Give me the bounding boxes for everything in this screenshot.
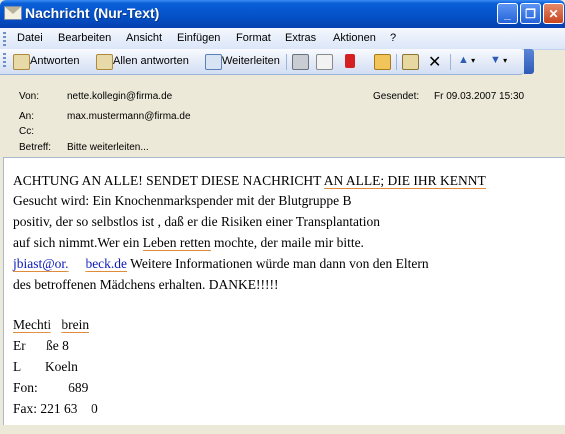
email-link[interactable]: jbiast@or.: [13, 256, 69, 272]
signature-text: Mechti: [13, 317, 52, 333]
move-icon: [402, 54, 419, 70]
sent-label: Gesendet:: [373, 91, 420, 102]
next-item-button[interactable]: ▼ ▾: [490, 54, 507, 70]
signature-text: Fon:: [13, 380, 42, 395]
signature-line: Fon: 689: [13, 377, 89, 399]
signature-text: L: [13, 359, 22, 374]
up-arrow-icon: ▲: [458, 54, 469, 66]
redacted-text: [21, 356, 45, 378]
menu-bearbeiten[interactable]: Bearbeiten: [58, 32, 111, 44]
body-line: des betroffenen Mädchens erhalten. DANKE…: [13, 277, 279, 292]
title-bar: Nachricht (Nur-Text) _ ❐ ✕: [0, 0, 565, 28]
previous-item-button[interactable]: ▲ ▾: [458, 54, 475, 70]
signature-line: Fax: 221 63 0: [13, 398, 98, 420]
chevron-down-icon: ▾: [500, 56, 508, 65]
close-button[interactable]: ✕: [543, 3, 564, 24]
message-header: Von: nette.kollegin@firma.de Gesendet: F…: [0, 75, 565, 155]
print-icon: [292, 54, 309, 70]
flag-icon: [345, 54, 355, 68]
body-text: Weitere Informationen würde man dann von…: [127, 256, 429, 271]
signature-line: Mechti brein: [13, 314, 90, 336]
reply-label: Antworten: [30, 55, 80, 67]
email-link[interactable]: beck.de: [85, 256, 128, 272]
signature-text: Fax: 221 63: [13, 401, 78, 416]
body-line: ACHTUNG AN ALLE! SENDET DIESE NACHRICHT …: [13, 170, 486, 191]
redacted-text: [77, 398, 92, 420]
signature-text: 0: [91, 401, 98, 416]
signature-text: 689: [68, 380, 89, 395]
menu-help[interactable]: ?: [390, 32, 396, 44]
signature-line: L Koeln: [13, 356, 78, 378]
redacted-text: [25, 335, 46, 357]
sent-value: Fr 09.03.2007 15:30: [434, 91, 525, 102]
from-value[interactable]: nette.kollegin@firma.de: [67, 91, 172, 102]
body-text: auf sich nimmt.Wer ein: [13, 235, 143, 250]
signature-line: Er ße 8: [13, 335, 69, 357]
forward-label: Weiterleiten: [222, 55, 280, 67]
menu-einfuegen[interactable]: Einfügen: [177, 32, 220, 44]
delete-button[interactable]: ✕: [428, 52, 442, 71]
toolbar-separator: [450, 54, 451, 70]
subject-value: Bitte weiterleiten...: [67, 142, 149, 153]
body-text: ACHTUNG AN ALLE! SENDET DIESE NACHRICHT: [13, 173, 324, 188]
menu-format[interactable]: Format: [236, 32, 271, 44]
body-text: mochte, der maile mir bitte.: [210, 235, 364, 250]
toolbar-separator: [396, 54, 397, 70]
chevron-down-icon: ▾: [468, 56, 476, 65]
envelope-icon: [4, 6, 22, 20]
down-arrow-icon: ▼: [490, 54, 501, 66]
menu-ansicht[interactable]: Ansicht: [126, 32, 162, 44]
status-strip: [0, 425, 565, 434]
subject-label: Betreff:: [19, 142, 52, 153]
window-title: Nachricht (Nur-Text): [25, 5, 160, 21]
toolbar: Antworten Allen antworten Weiterleiten ✕…: [0, 49, 524, 75]
menu-bar: Datei Bearbeiten Ansicht Einfügen Format…: [0, 28, 565, 50]
toolbar-options-icon[interactable]: [524, 49, 534, 74]
signature-text: brein: [61, 317, 90, 333]
forward-icon: [205, 54, 222, 70]
redacted-text: [51, 314, 62, 336]
menu-datei[interactable]: Datei: [17, 32, 43, 44]
signature-text: Er: [13, 338, 26, 353]
minimize-button[interactable]: _: [497, 3, 518, 24]
signature-text: Koeln: [44, 359, 78, 374]
signature-text: ße 8: [46, 338, 69, 353]
maximize-button[interactable]: ❐: [520, 3, 541, 24]
body-line: jbiast@or. beck.de Weitere Informationen…: [13, 253, 429, 275]
body-highlight: AN ALLE; DIE IHR KENNT: [323, 173, 486, 189]
redacted-text: [68, 253, 86, 275]
message-body[interactable]: ACHTUNG AN ALLE! SENDET DIESE NACHRICHT …: [3, 157, 565, 426]
menu-extras[interactable]: Extras: [285, 32, 316, 44]
body-line: auf sich nimmt.Wer ein Leben retten moch…: [13, 232, 364, 253]
reply-all-label: Allen antworten: [113, 55, 189, 67]
copy-icon: [316, 54, 333, 70]
toolbar-separator: [286, 54, 287, 70]
to-label: An:: [19, 111, 35, 122]
reply-all-icon: [96, 54, 113, 70]
body-highlight: Leben retten: [142, 235, 211, 251]
from-label: Von:: [19, 91, 40, 102]
menu-grip-icon: [3, 32, 6, 46]
redacted-text: [41, 377, 69, 399]
envelope-open-icon: [374, 54, 391, 70]
toolbar-grip-icon: [3, 53, 6, 67]
body-line: positiv, der so selbstlos ist , daß er d…: [13, 214, 380, 229]
to-value[interactable]: max.mustermann@firma.de: [67, 111, 191, 122]
cc-label: Cc:: [19, 126, 34, 137]
menu-aktionen[interactable]: Aktionen: [333, 32, 376, 44]
reply-icon: [13, 54, 30, 70]
body-line: Gesucht wird: Ein Knochenmarkspender mit…: [13, 193, 352, 208]
delete-icon: ✕: [428, 54, 442, 71]
